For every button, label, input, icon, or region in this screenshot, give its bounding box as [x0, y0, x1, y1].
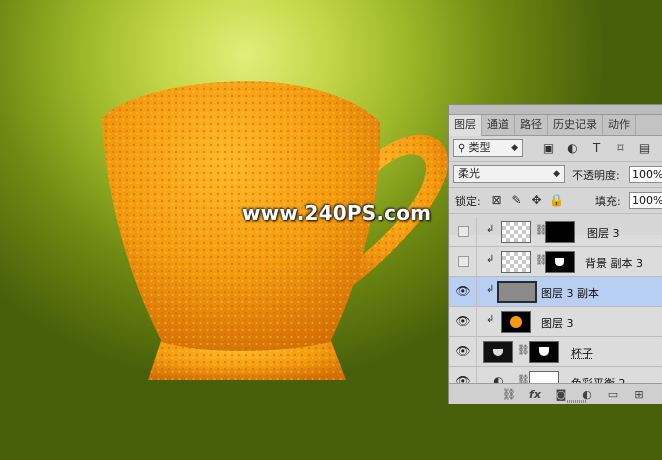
new-group-icon[interactable]: ▭	[605, 387, 621, 402]
link-layers-icon[interactable]: ⛓	[501, 387, 517, 402]
smart-object-filter-icon[interactable]: ▤	[637, 141, 652, 156]
clip-arrow-icon: ↲	[486, 314, 495, 325]
fill-field[interactable]: 100%	[629, 192, 662, 209]
layer-thumbnail[interactable]	[501, 221, 531, 243]
layer-name[interactable]: 图层 3	[541, 315, 574, 331]
adjustment-filter-icon[interactable]: ◐	[565, 141, 580, 156]
divider	[476, 247, 477, 277]
lock-row: 锁定: ⊠ ✎ ✥ 🔒 填充: 100%	[449, 188, 662, 214]
mask-thumbnail[interactable]	[545, 251, 575, 273]
layer-row-selected[interactable]: 👁 ↲ 图层 3 副本	[449, 277, 662, 307]
tab-channels[interactable]: 通道	[482, 115, 515, 135]
image-filter-icon[interactable]: ▣	[541, 141, 556, 156]
resize-grip[interactable]	[567, 400, 587, 403]
layer-thumbnail[interactable]	[501, 251, 531, 273]
tab-paths[interactable]: 路径	[515, 115, 548, 135]
divider	[476, 217, 477, 247]
cup-mask-shape	[539, 347, 549, 356]
divider	[476, 337, 477, 367]
cup-mask-shape	[555, 258, 564, 266]
layer-row[interactable]: ↲ ⛓ 图层 3	[449, 217, 662, 247]
mask-thumbnail[interactable]	[545, 221, 575, 243]
filter-row: ⚲ 类型 ◆ ▣ ◐ T ⌑ ▤	[449, 136, 662, 162]
orange-thumb-shape	[510, 316, 522, 328]
visibility-toggle[interactable]	[458, 256, 469, 267]
layer-name[interactable]: 图层 3	[587, 225, 620, 241]
shape-filter-icon[interactable]: ⌑	[613, 141, 628, 156]
filter-kind-select[interactable]: ⚲ 类型 ◆	[453, 139, 523, 157]
filter-kind-label: 类型	[468, 141, 491, 154]
new-layer-icon[interactable]: ⊞	[631, 387, 647, 402]
tab-actions[interactable]: 动作	[603, 115, 636, 135]
layer-thumbnail[interactable]	[501, 311, 531, 333]
eye-icon[interactable]: 👁	[455, 284, 471, 298]
type-filter-icon[interactable]: T	[589, 141, 604, 156]
eye-icon[interactable]: 👁	[455, 344, 471, 358]
watermark-text: www.240PS.com	[242, 201, 432, 225]
layer-list: ↲ ⛓ 图层 3 ↲ ⛓ 背景 副本 3 👁 ↲ 图层 3 副本 👁 ↲ 图层 …	[449, 217, 662, 397]
layer-name[interactable]: 图层 3 副本	[541, 285, 599, 301]
clip-arrow-icon: ↲	[486, 224, 495, 235]
layers-bottom-toolbar: ⛓ fx ◙ ◐ ▭ ⊞	[449, 383, 662, 404]
layer-thumbnail[interactable]	[497, 281, 537, 303]
divider	[476, 277, 477, 307]
panel-tabs: 图层 通道 路径 历史记录 动作	[449, 115, 662, 136]
tab-layers[interactable]: 图层	[449, 115, 482, 136]
opacity-label: 不透明度:	[572, 169, 620, 182]
clip-arrow-icon: ↲	[486, 254, 495, 265]
layer-name[interactable]: 杯子	[571, 345, 593, 361]
fill-label: 填充:	[595, 195, 621, 208]
opacity-field[interactable]: 100%	[629, 166, 662, 183]
layer-row[interactable]: 👁 ↲ 图层 3	[449, 307, 662, 337]
panel-collapse-bar[interactable]	[449, 105, 662, 115]
search-icon: ⚲	[458, 143, 469, 154]
divider	[476, 307, 477, 337]
blend-row: 柔光 ◆ 不透明度: 100%	[449, 162, 662, 188]
layer-thumbnail[interactable]	[483, 341, 513, 363]
fx-icon[interactable]: fx	[527, 387, 543, 402]
lock-position-icon[interactable]: ✥	[529, 193, 544, 208]
layer-row[interactable]: 👁 ⛓ 杯子	[449, 337, 662, 367]
blend-mode-label: 柔光	[458, 167, 480, 180]
lock-image-icon[interactable]: ✎	[509, 193, 524, 208]
stepper-arrows-icon: ◆	[553, 169, 560, 179]
layer-name[interactable]: 背景 副本 3	[585, 255, 643, 271]
lock-label: 锁定:	[455, 195, 481, 208]
layers-panel: 图层 通道 路径 历史记录 动作 ⚲ 类型 ◆ ▣ ◐ T ⌑ ▤ 柔光 ◆ 不…	[448, 104, 662, 404]
orange-cup-image	[102, 81, 449, 380]
mask-thumbnail[interactable]	[529, 341, 559, 363]
visibility-toggle[interactable]	[458, 226, 469, 237]
lock-all-icon[interactable]: 🔒	[549, 193, 564, 208]
tab-history[interactable]: 历史记录	[548, 115, 603, 135]
stepper-arrows-icon: ◆	[511, 143, 518, 153]
lock-transparent-icon[interactable]: ⊠	[489, 193, 504, 208]
blend-mode-select[interactable]: 柔光 ◆	[453, 165, 565, 183]
eye-icon[interactable]: 👁	[455, 314, 471, 328]
link-icon: ⛓	[517, 345, 530, 356]
clip-arrow-icon: ↲	[486, 284, 495, 295]
layer-row[interactable]: ↲ ⛓ 背景 副本 3	[449, 247, 662, 277]
cup-thumb-shape	[493, 349, 503, 356]
